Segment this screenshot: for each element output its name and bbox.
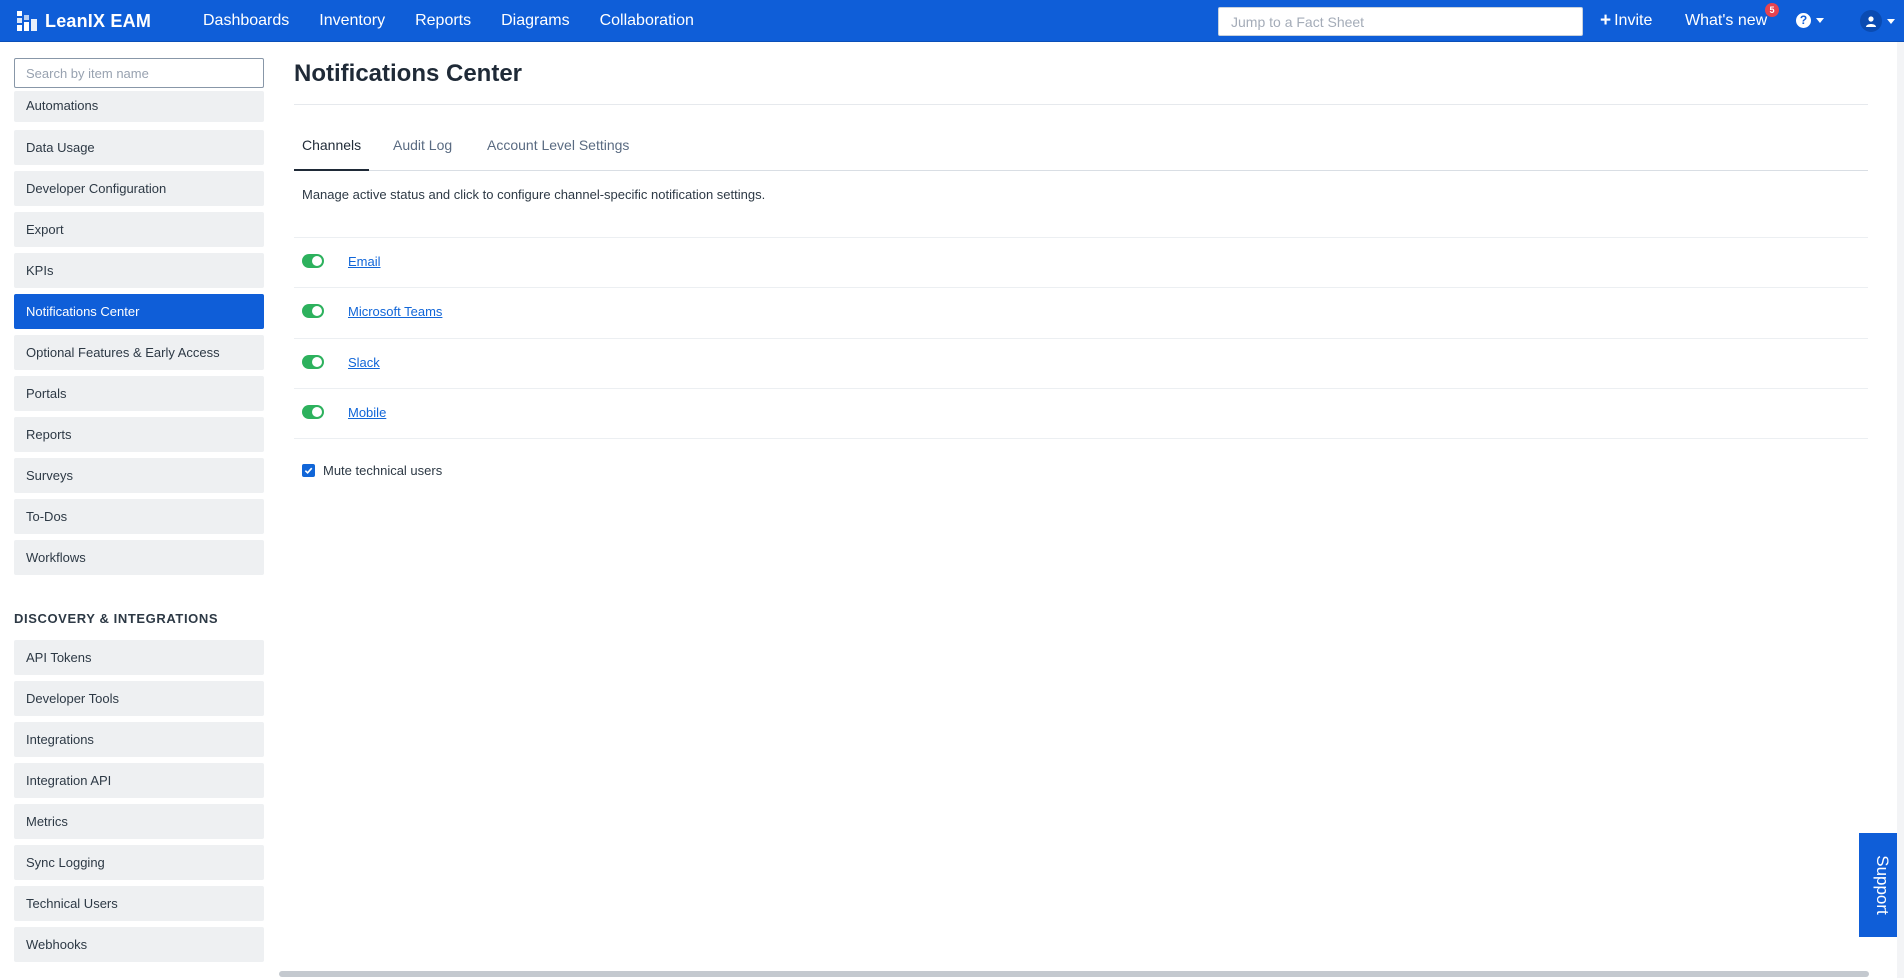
user-avatar-icon bbox=[1860, 10, 1882, 32]
channels-description: Manage active status and click to config… bbox=[302, 187, 766, 202]
sidebar-item-kpis[interactable]: KPIs bbox=[14, 253, 264, 288]
sidebar-item-export[interactable]: Export bbox=[14, 212, 264, 247]
question-circle-icon: ? bbox=[1796, 13, 1811, 28]
microsoft-teams-link[interactable]: Microsoft Teams bbox=[348, 304, 442, 319]
mobile-toggle[interactable] bbox=[302, 405, 324, 419]
tab-channels[interactable]: Channels bbox=[294, 131, 370, 171]
invite-button[interactable]: + Invite bbox=[1600, 0, 1652, 42]
nav-inventory[interactable]: Inventory bbox=[319, 12, 385, 30]
email-toggle[interactable] bbox=[302, 254, 324, 268]
notifications-tabs: Channels Audit Log Account Level Setting… bbox=[294, 131, 1868, 171]
whats-new-label: What's new bbox=[1685, 12, 1768, 29]
caret-down-icon bbox=[1816, 18, 1824, 23]
sidebar-item-integrations[interactable]: Integrations bbox=[14, 722, 264, 757]
horizontal-scrollbar[interactable] bbox=[279, 971, 1869, 977]
leanix-logo-icon bbox=[17, 11, 37, 31]
top-navigation-bar: LeanIX EAM Dashboards Inventory Reports … bbox=[0, 0, 1904, 42]
nav-reports[interactable]: Reports bbox=[415, 12, 471, 30]
tab-audit-log[interactable]: Audit Log bbox=[385, 131, 460, 171]
checkmark-icon bbox=[304, 467, 313, 475]
channel-row-mobile: Mobile bbox=[302, 402, 386, 422]
microsoft-teams-toggle[interactable] bbox=[302, 304, 324, 318]
vertical-scrollbar[interactable] bbox=[1897, 42, 1904, 978]
support-label: Support bbox=[1872, 855, 1892, 915]
sidebar-item-to-dos[interactable]: To-Dos bbox=[14, 499, 264, 534]
admin-sidebar: Automations Data Usage Developer Configu… bbox=[0, 42, 275, 978]
title-divider bbox=[294, 104, 1868, 105]
jump-to-fact-sheet-input[interactable] bbox=[1218, 7, 1583, 36]
sidebar-item-webhooks[interactable]: Webhooks bbox=[14, 927, 264, 962]
whats-new-count-badge: 5 bbox=[1765, 3, 1779, 17]
nav-collaboration[interactable]: Collaboration bbox=[600, 12, 694, 30]
logo[interactable]: LeanIX EAM bbox=[17, 10, 151, 32]
sidebar-item-developer-tools[interactable]: Developer Tools bbox=[14, 681, 264, 716]
nav-diagrams[interactable]: Diagrams bbox=[501, 12, 569, 30]
sidebar-item-sync-logging[interactable]: Sync Logging bbox=[14, 845, 264, 880]
channel-row-email: Email bbox=[302, 251, 381, 271]
sidebar-search-input[interactable] bbox=[14, 58, 264, 88]
plus-icon: + bbox=[1600, 10, 1612, 31]
channel-row-microsoft-teams: Microsoft Teams bbox=[302, 301, 442, 321]
sidebar-item-api-tokens[interactable]: API Tokens bbox=[14, 640, 264, 675]
user-silhouette-icon bbox=[1866, 16, 1876, 27]
slack-link[interactable]: Slack bbox=[348, 355, 380, 370]
sidebar-item-optional-features[interactable]: Optional Features & Early Access bbox=[14, 335, 264, 370]
mute-technical-users-checkbox[interactable] bbox=[302, 464, 315, 477]
mobile-link[interactable]: Mobile bbox=[348, 405, 386, 420]
email-link[interactable]: Email bbox=[348, 254, 381, 269]
tab-account-level-settings[interactable]: Account Level Settings bbox=[479, 131, 637, 171]
row-divider bbox=[294, 287, 1868, 288]
invite-label: Invite bbox=[1614, 12, 1653, 29]
page-title: Notifications Center bbox=[294, 60, 523, 87]
sidebar-item-developer-configuration[interactable]: Developer Configuration bbox=[14, 171, 264, 206]
sidebar-item-metrics[interactable]: Metrics bbox=[14, 804, 264, 839]
sidebar-item-workflows[interactable]: Workflows bbox=[14, 540, 264, 575]
mute-technical-users-option: Mute technical users bbox=[302, 463, 442, 478]
row-divider bbox=[294, 338, 1868, 339]
whats-new-button[interactable]: What's new bbox=[1685, 0, 1767, 42]
help-menu-button[interactable]: ? bbox=[1796, 13, 1824, 28]
row-divider bbox=[294, 388, 1868, 389]
sidebar-item-reports[interactable]: Reports bbox=[14, 417, 264, 452]
sidebar-item-data-usage[interactable]: Data Usage bbox=[14, 130, 264, 165]
sidebar-item-notifications-center[interactable]: Notifications Center bbox=[14, 294, 264, 329]
slack-toggle[interactable] bbox=[302, 355, 324, 369]
sidebar-item-surveys[interactable]: Surveys bbox=[14, 458, 264, 493]
sidebar-item-technical-users[interactable]: Technical Users bbox=[14, 886, 264, 921]
caret-down-icon bbox=[1887, 18, 1895, 24]
logo-text: LeanIX EAM bbox=[45, 10, 152, 31]
main-navigation: Dashboards Inventory Reports Diagrams Co… bbox=[203, 0, 724, 42]
user-menu-button[interactable] bbox=[1860, 10, 1895, 32]
sidebar-item-portals[interactable]: Portals bbox=[14, 376, 264, 411]
nav-dashboards[interactable]: Dashboards bbox=[203, 12, 289, 30]
row-divider bbox=[294, 438, 1868, 439]
sidebar-section-heading: DISCOVERY & INTEGRATIONS bbox=[14, 611, 219, 626]
row-divider bbox=[294, 237, 1868, 238]
mute-technical-users-label: Mute technical users bbox=[323, 463, 443, 478]
channel-row-slack: Slack bbox=[302, 352, 380, 372]
sidebar-item-automations[interactable]: Automations bbox=[14, 91, 264, 122]
sidebar-item-integration-api[interactable]: Integration API bbox=[14, 763, 264, 798]
